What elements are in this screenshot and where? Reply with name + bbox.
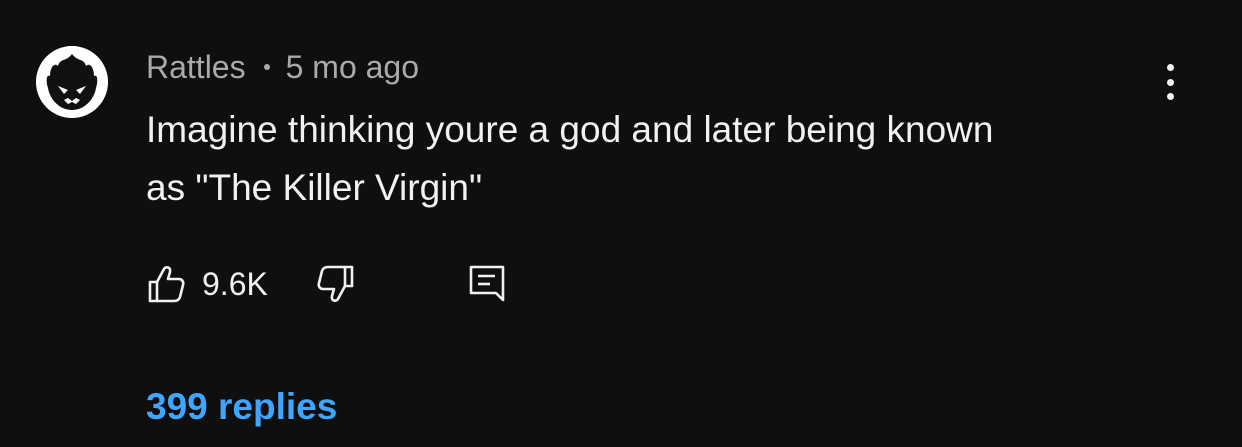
comment-actions: 9.6K: [146, 262, 546, 306]
comment-card: Rattles 5 mo ago Imagine thinking youre …: [0, 0, 1242, 447]
reply-comment-icon: [469, 265, 505, 302]
reply-button[interactable]: [468, 264, 506, 309]
thumbs-down-icon: [317, 265, 354, 302]
more-dot-icon: [1166, 78, 1174, 86]
flame-skull-icon: [36, 46, 108, 118]
view-replies-link[interactable]: 399 replies: [146, 386, 337, 428]
author-name[interactable]: Rattles: [146, 49, 246, 86]
thumbs-up-icon: [148, 266, 185, 303]
dislike-button[interactable]: [316, 264, 356, 309]
like-button[interactable]: 9.6K: [146, 262, 268, 306]
more-options-button[interactable]: [1152, 60, 1188, 104]
avatar[interactable]: [36, 46, 108, 118]
more-dot-icon: [1166, 93, 1174, 100]
comment-text: Imagine thinking youre a god and later b…: [146, 109, 994, 208]
comment-meta: Rattles 5 mo ago: [146, 47, 419, 87]
separator-dot: [263, 64, 270, 70]
like-count: 9.6K: [202, 265, 268, 302]
comment-timestamp: 5 mo ago: [285, 48, 420, 85]
more-dot-icon: [1166, 64, 1174, 71]
